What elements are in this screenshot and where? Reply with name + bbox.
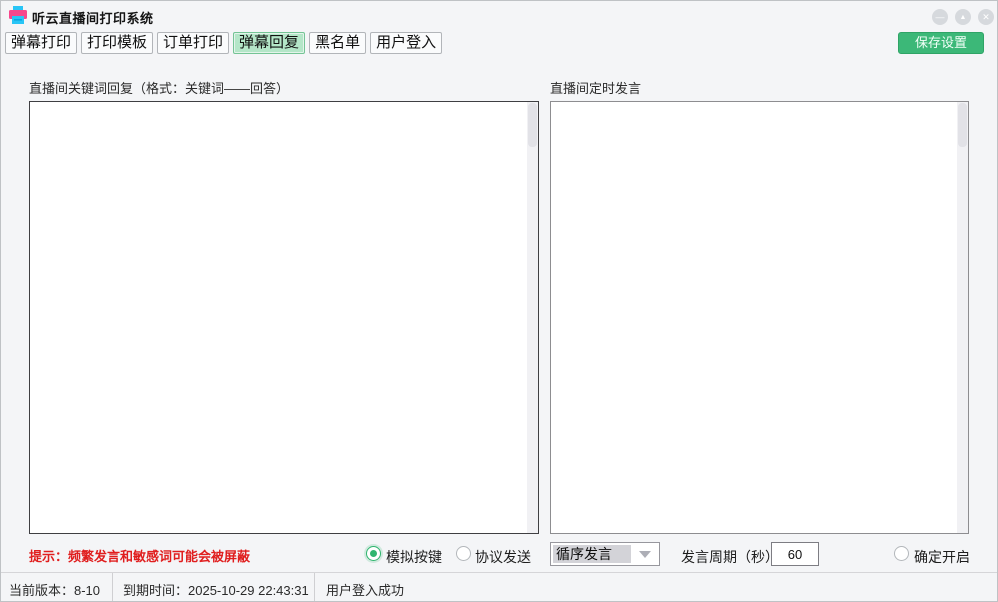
status-bar: 当前版本：8-10 到期时间：2025-10-29 22:43:31 用户登入成… (1, 572, 997, 601)
tab-blacklist[interactable]: 黑名单 (309, 32, 366, 54)
keyword-reply-label: 直播间关键词回复（格式：关键词——回答） (29, 78, 289, 97)
window-controls: — ▲ ✕ (932, 9, 994, 25)
right-scrollbar-thumb[interactable] (958, 103, 967, 147)
minimize-icon[interactable]: — (932, 9, 948, 25)
tab-danmaku-print[interactable]: 弹幕打印 (5, 32, 77, 54)
tab-user-login[interactable]: 用户登入 (370, 32, 442, 54)
timed-speech-textarea[interactable] (551, 102, 957, 533)
titlebar: 听云直播间打印系统 — ▲ ✕ (1, 1, 997, 29)
expire-time-text: 到期时间：2025-10-29 22:43:31 (123, 580, 309, 599)
login-status-text: 用户登入成功 (326, 580, 404, 599)
keyword-reply-textarea[interactable] (30, 102, 527, 533)
maximize-icon[interactable]: ▲ (955, 9, 971, 25)
tab-danmaku-reply[interactable]: 弹幕回复 (233, 32, 305, 54)
printer-app-icon (8, 5, 28, 25)
simulate-key-label[interactable]: 模拟按键 (386, 547, 442, 567)
warning-hint: 提示：频繁发言和敏感词可能会被屏蔽 (29, 546, 250, 565)
period-input[interactable] (771, 542, 819, 566)
right-scrollbar[interactable] (957, 102, 968, 533)
version-text: 当前版本：8-10 (9, 580, 100, 599)
timed-speech-label: 直播间定时发言 (550, 78, 641, 97)
chevron-down-icon (639, 551, 651, 558)
left-scrollbar-thumb[interactable] (528, 103, 537, 147)
window-title: 听云直播间打印系统 (32, 8, 154, 27)
tab-order-print[interactable]: 订单打印 (157, 32, 229, 54)
protocol-send-radio[interactable] (456, 546, 471, 561)
confirm-start-label[interactable]: 确定开启 (914, 547, 970, 567)
speak-mode-value: 循序发言 (553, 545, 631, 563)
save-settings-button[interactable]: 保存设置 (898, 32, 984, 54)
period-label: 发言周期（秒） (681, 547, 779, 567)
status-separator (112, 573, 113, 601)
left-scrollbar[interactable] (527, 102, 538, 533)
tab-bar: 弹幕打印 打印模板 订单打印 弹幕回复 黑名单 用户登入 (5, 32, 442, 54)
app-window: 听云直播间打印系统 — ▲ ✕ 弹幕打印 打印模板 订单打印 弹幕回复 黑名单 … (0, 0, 998, 602)
protocol-send-label[interactable]: 协议发送 (475, 547, 531, 567)
confirm-start-radio[interactable] (894, 546, 909, 561)
speak-mode-dropdown[interactable]: 循序发言 (550, 542, 660, 566)
keyword-reply-panel (29, 101, 539, 534)
close-icon[interactable]: ✕ (978, 9, 994, 25)
timed-speech-panel (550, 101, 969, 534)
simulate-key-radio[interactable] (366, 546, 381, 561)
status-separator (314, 573, 315, 601)
tab-print-template[interactable]: 打印模板 (81, 32, 153, 54)
